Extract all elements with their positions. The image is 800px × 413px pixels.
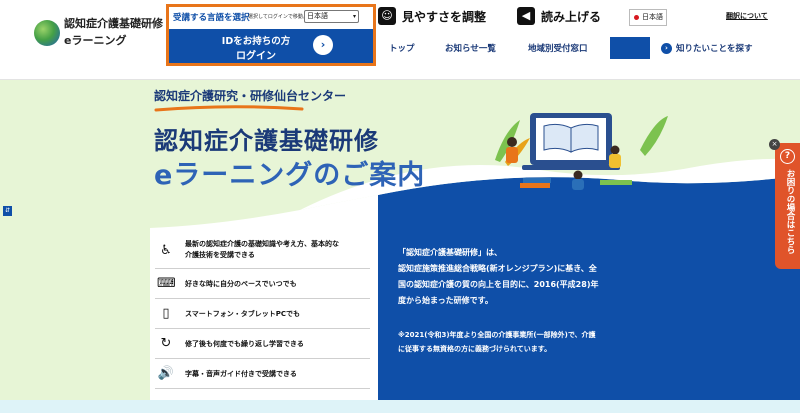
feature-text: スマートフォン・タブレットPCでも — [185, 310, 301, 318]
language-select-value: 日本語 — [307, 12, 328, 20]
arrow-circle-icon: › — [661, 42, 672, 54]
chevron-down-icon: ▾ — [352, 13, 356, 20]
login-button-line1: IDをお持ちの方 — [221, 36, 291, 47]
speaker-person-icon: ◀ — [517, 7, 535, 25]
hero-title-line2: eラーニングのご案内 — [154, 160, 426, 191]
program-description: 「認知症介護基礎研修」は、 認知症施策推進総合戦略(新オレンジプラン)に基き、全… — [398, 245, 648, 309]
read-aloud-label: 読み上げる — [541, 9, 602, 24]
login-button[interactable]: IDをお持ちの方 ログイン › — [169, 29, 373, 63]
help-tab-label: お困りの場合はこちら — [785, 169, 795, 254]
feature-item: ▯ スマートフォン・タブレットPCでも — [155, 299, 370, 329]
site-title[interactable]: 認知症介護基礎研修 eラーニング — [64, 15, 163, 49]
feature-item: 🔊 字幕・音声ガイド付きで受講できる — [155, 359, 370, 389]
laptop-person-icon: ⌨ — [157, 276, 176, 291]
close-icon[interactable]: × — [769, 139, 780, 150]
nav-item-news[interactable]: お知らせ一覧 — [445, 42, 496, 54]
nav-search-label: 知りたいことを探す — [676, 44, 753, 54]
nav-item-top[interactable]: トップ — [389, 42, 415, 54]
description-line: 度から始まった研修です。 — [398, 296, 493, 305]
feature-text: 修了後も何度でも繰り返し学習できる — [185, 340, 304, 348]
subtitle-underline — [154, 105, 304, 112]
site-title-line2: eラーニング — [64, 34, 127, 47]
language-badge[interactable]: 日本語 — [629, 9, 667, 26]
left-edge-toggle-icon[interactable]: ⇵ — [3, 206, 12, 216]
feature-text: 最新の認知症介護の基礎知識や考え方、基本的な 介護技術を受講できる — [185, 239, 339, 261]
smartphone-icon: ▯ — [162, 306, 170, 321]
language-select[interactable]: 日本語 ▾ — [304, 10, 359, 23]
speaker-icon: 🔊 — [157, 366, 175, 381]
description-line: 「認知症介護基礎研修」は、 — [398, 248, 502, 257]
feature-text: 字幕・音声ガイド付きで受講できる — [185, 370, 297, 378]
feature-text-line1: 最新の認知症介護の基礎知識や考え方、基本的な — [185, 240, 339, 248]
nav-item-regional-office[interactable]: 地域別受付窓口 — [528, 42, 588, 54]
program-note: ※2021(令和3)年度より全国の介護事業所(一部除外)で、介護 に従事する無資… — [398, 328, 648, 356]
visibility-adjust-button[interactable]: ☺ 見やすさを調整 — [378, 6, 486, 26]
nav-item-search[interactable]: › 知りたいことを探す — [661, 42, 753, 54]
feature-item: ⌨ 好きな時に自分のペースでいつでも — [155, 269, 370, 299]
translation-info-link[interactable]: 翻訳について — [726, 11, 768, 21]
bottom-section-edge — [0, 400, 800, 413]
site-title-line1: 認知症介護基礎研修 — [64, 17, 163, 30]
japan-flag-icon — [634, 15, 639, 20]
caregiver-icon: ♿ — [160, 243, 172, 258]
help-tab[interactable]: ? お困りの場合はこちら — [775, 143, 800, 269]
login-button-line2: ログイン — [236, 51, 276, 62]
note-line: に従事する無資格の方に義務づけられています。 — [398, 345, 552, 353]
description-line: 認知症施策推進総合戦略(新オレンジプラン)に基き、全 — [398, 264, 597, 273]
language-select-hint: 選択してログインで移動。 — [248, 14, 308, 20]
feature-item: ♿ 最新の認知症介護の基礎知識や考え方、基本的な 介護技術を受講できる — [155, 234, 370, 269]
feature-text: 好きな時に自分のペースでいつでも — [185, 280, 297, 288]
feature-text-line2: 介護技術を受講できる — [185, 251, 255, 259]
visibility-adjust-label: 見やすさを調整 — [402, 9, 487, 24]
arrow-right-icon: › — [313, 35, 333, 55]
read-aloud-button[interactable]: ◀ 読み上げる — [517, 6, 601, 26]
feature-item: ↻ 修了後も何度でも繰り返し学習できる — [155, 329, 370, 359]
nav-item-highlight[interactable] — [610, 37, 650, 59]
site-header: 認知症介護基礎研修 eラーニング 受講する言語を選択 選択してログインで移動。 … — [0, 0, 800, 80]
repeat-study-icon: ↻ — [160, 336, 172, 351]
hero-title-line1: 認知症介護基礎研修 — [154, 127, 379, 155]
language-badge-label: 日本語 — [642, 13, 663, 21]
feature-list: ♿ 最新の認知症介護の基礎知識や考え方、基本的な 介護技術を受講できる ⌨ 好き… — [155, 234, 370, 389]
note-line: ※2021(令和3)年度より全国の介護事業所(一部除外)で、介護 — [398, 331, 596, 339]
login-panel: 受講する言語を選択 選択してログインで移動。 日本語 ▾ IDをお持ちの方 ログ… — [166, 4, 376, 66]
hero-subtitle: 認知症介護研究・研修仙台センター — [154, 89, 347, 103]
language-select-label: 受講する言語を選択 — [173, 13, 250, 23]
language-select-row: 受講する言語を選択 選択してログインで移動。 日本語 ▾ — [169, 7, 373, 29]
accessibility-icon: ☺ — [378, 7, 396, 25]
site-logo-icon[interactable] — [34, 20, 60, 46]
description-line: 国の認知症介護の質の向上を目的に、2016(平成28)年 — [398, 280, 599, 289]
question-icon: ? — [780, 149, 795, 164]
